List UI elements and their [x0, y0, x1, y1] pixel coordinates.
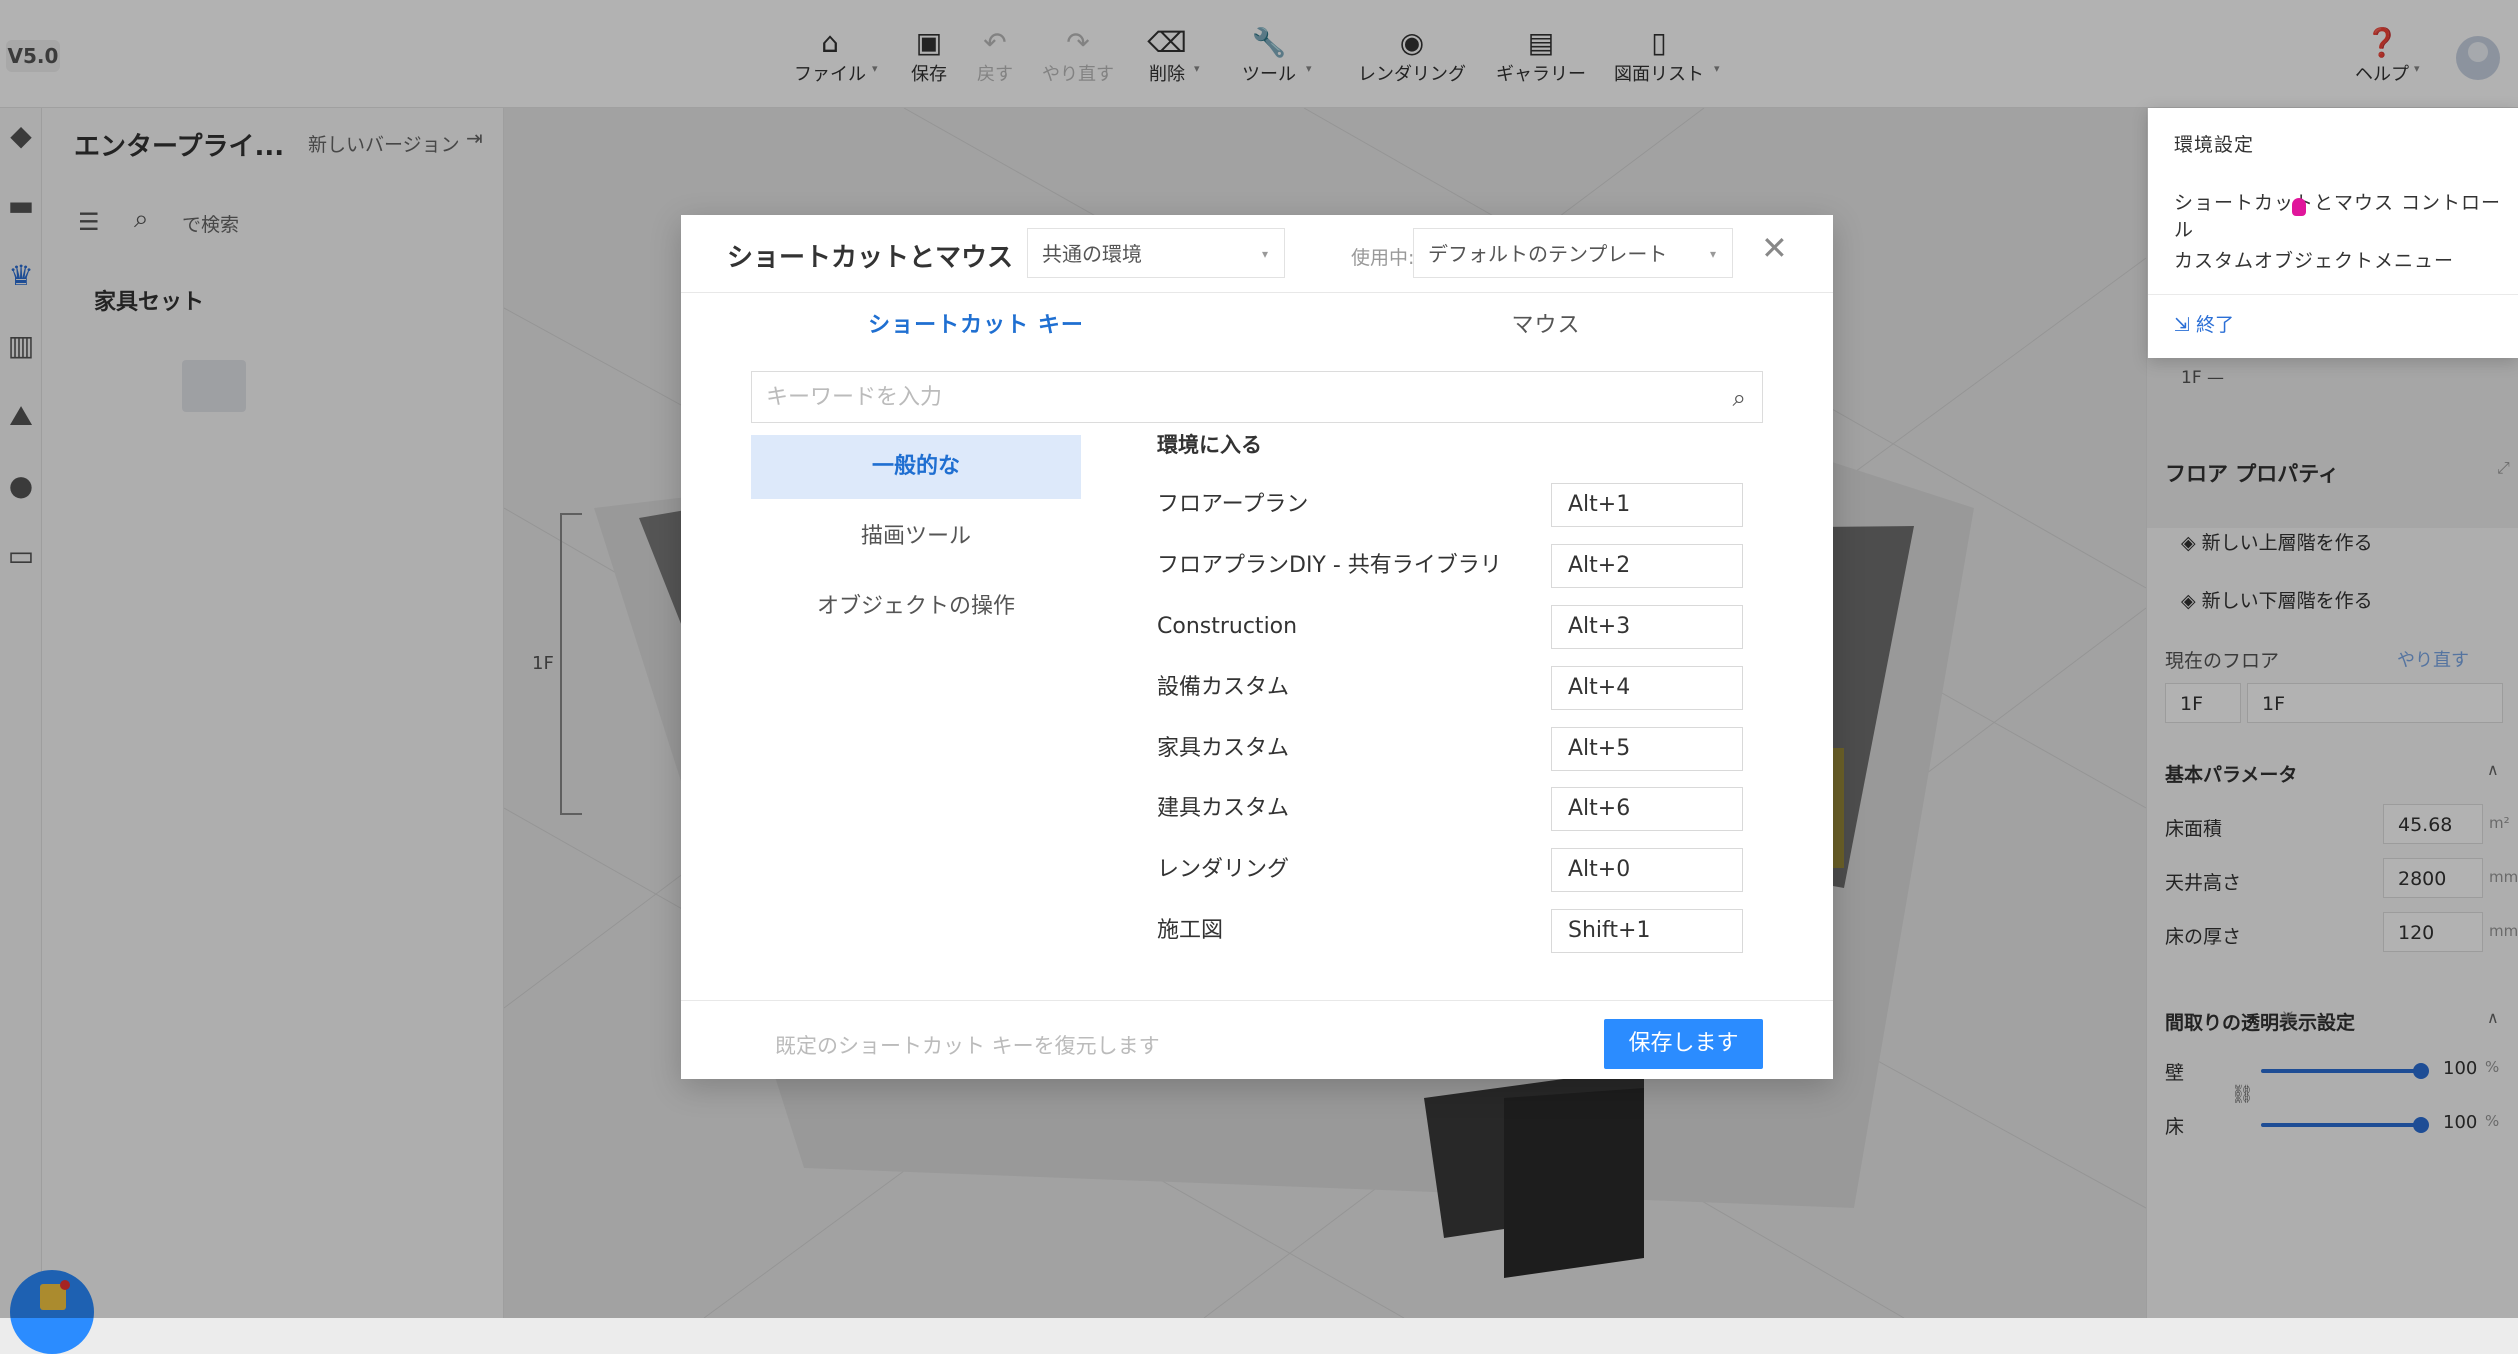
shortcut-label: 家具カスタム	[1157, 736, 1290, 761]
save-button[interactable]: 保存します	[1604, 1019, 1763, 1069]
keyword-search-input[interactable]: キーワードを入力 ⌕	[751, 371, 1763, 423]
shortcut-label: 建具カスタム	[1157, 796, 1290, 821]
chevron-down-icon: ▾	[1709, 247, 1716, 261]
menu-divider	[2148, 294, 2518, 295]
shortcut-key-input[interactable]: Alt+3	[1551, 605, 1743, 649]
shortcut-label: Construction	[1157, 614, 1298, 639]
tab-shortcut-keys[interactable]: ショートカット キー	[811, 307, 1141, 339]
section-title: 環境に入る	[1157, 433, 1262, 457]
help-dropdown-menu: 環境設定 ショートカットとマウス コントロール カスタムオブジェクトメニュー ⇲…	[2148, 108, 2518, 358]
dialog-header: ショートカットとマウス 共通の環境 ▾ 使用中: デフォルトのテンプレート ▾ …	[681, 215, 1833, 293]
category-general[interactable]: 一般的な	[751, 435, 1081, 499]
tab-mouse[interactable]: マウス	[1381, 307, 1711, 339]
logout-icon: ⇲	[2174, 314, 2196, 336]
search-icon[interactable]: ⌕	[1733, 372, 1746, 424]
shortcut-key-input[interactable]: Alt+2	[1551, 544, 1743, 588]
menu-item-shortcuts-mouse[interactable]: ショートカットとマウス コントロール	[2174, 188, 2518, 242]
dialog-title: ショートカットとマウス	[727, 243, 1014, 273]
shortcut-label: レンダリング	[1157, 857, 1290, 882]
menu-item-exit[interactable]: ⇲ 終了	[2174, 310, 2234, 337]
in-use-label: 使用中:	[1351, 247, 1415, 269]
environment-select[interactable]: 共通の環境 ▾	[1027, 228, 1285, 278]
shortcut-key-input[interactable]: Alt+5	[1551, 727, 1743, 771]
shortcut-label: 施工図	[1157, 918, 1224, 943]
pointer-cursor-icon	[2292, 198, 2306, 216]
shortcut-key-input[interactable]: Alt+0	[1551, 848, 1743, 892]
chevron-down-icon: ▾	[1261, 247, 1268, 261]
shortcuts-dialog: ショートカットとマウス 共通の環境 ▾ 使用中: デフォルトのテンプレート ▾ …	[681, 215, 1833, 1079]
shortcut-key-input[interactable]: Alt+6	[1551, 787, 1743, 831]
menu-item-preferences[interactable]: 環境設定	[2174, 130, 2254, 157]
shortcut-label: フロアプランDIY - 共有ライブラリ	[1157, 553, 1502, 578]
shortcut-key-input[interactable]: Alt+1	[1551, 483, 1743, 527]
template-select[interactable]: デフォルトのテンプレート ▾	[1413, 228, 1733, 278]
category-object-operations[interactable]: オブジェクトの操作	[751, 575, 1081, 639]
close-icon[interactable]: ✕	[1761, 229, 1788, 267]
menu-item-custom-object-menu[interactable]: カスタムオブジェクトメニュー	[2174, 246, 2454, 273]
shortcut-label: 設備カスタム	[1157, 675, 1290, 700]
category-drawing-tools[interactable]: 描画ツール	[751, 505, 1081, 569]
shortcut-key-input[interactable]: Alt+4	[1551, 666, 1743, 710]
shortcut-label: フロアープラン	[1157, 492, 1309, 517]
footer-divider	[681, 1000, 1833, 1001]
shortcut-key-input[interactable]: Shift+1	[1551, 909, 1743, 953]
restore-defaults-link[interactable]: 既定のショートカット キーを復元します	[775, 1030, 1160, 1060]
